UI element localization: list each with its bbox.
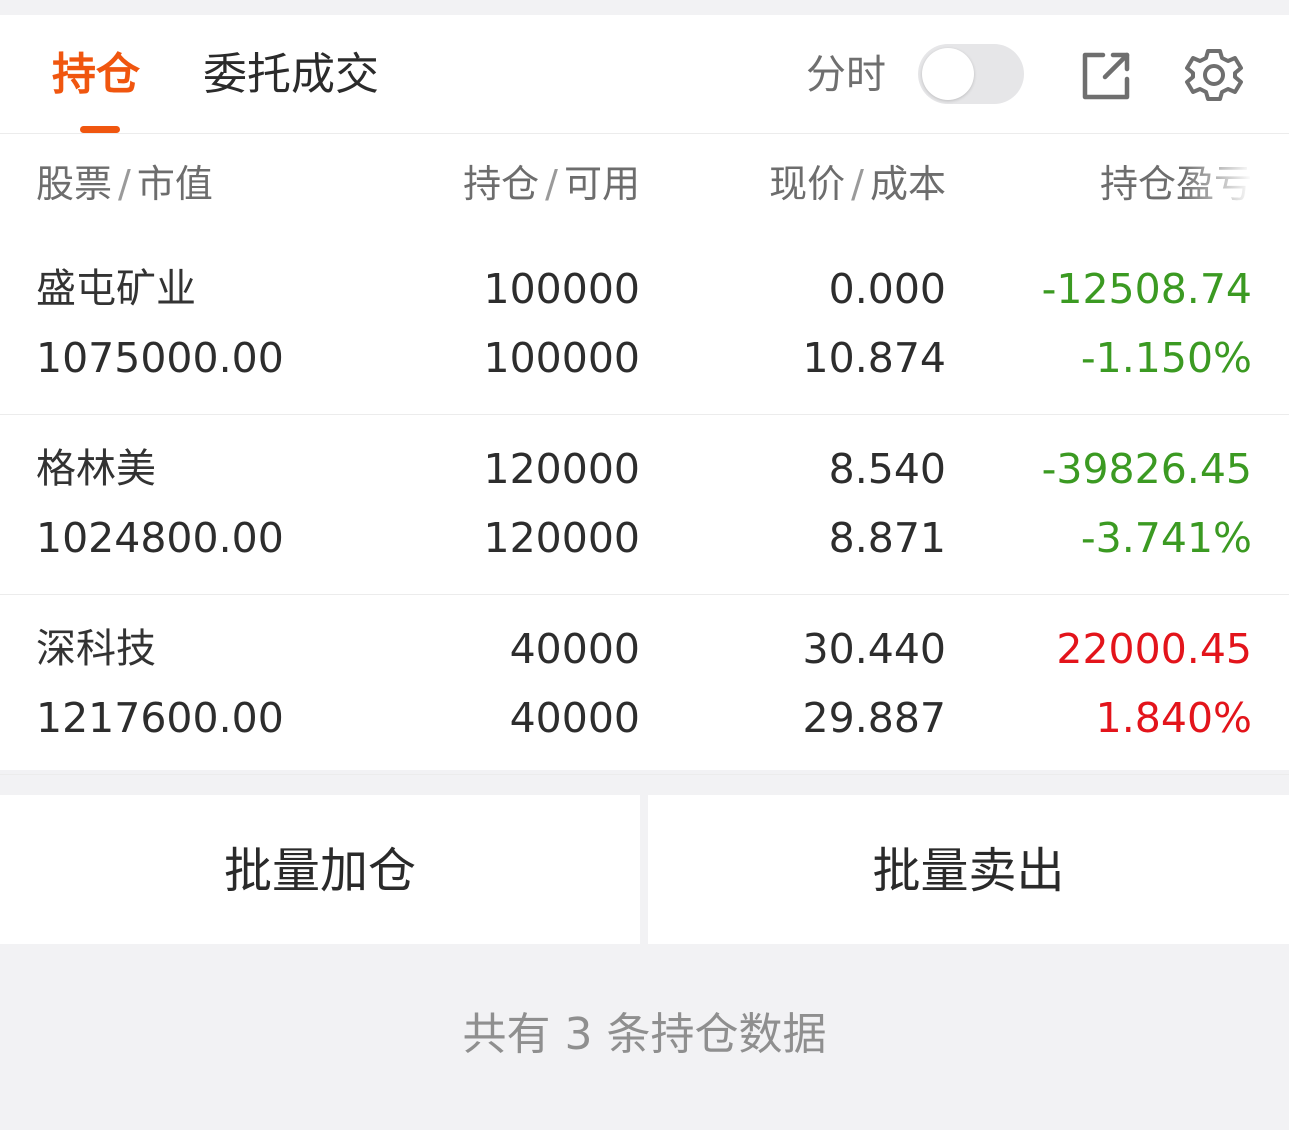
position-pnl: -12508.74 (1041, 265, 1252, 313)
current-price: 30.440 (802, 625, 946, 673)
positions-count-footer: 共有 3 条持仓数据 (462, 1009, 827, 1060)
available-qty: 120000 (483, 514, 640, 562)
timeshare-toggle[interactable] (918, 44, 1024, 104)
column-holding-available: 持仓 / 可用 (463, 162, 640, 206)
cost-price: 8.871 (828, 514, 946, 562)
stock-name: 格林美 (36, 446, 156, 492)
available-qty: 100000 (483, 334, 640, 382)
position-row[interactable]: 盛屯矿业 1075000.00 100000 100000 0.000 10.8… (0, 234, 1289, 415)
cost-price: 10.874 (802, 334, 946, 382)
holdings-list: 股票 / 市值 持仓 / 可用 现价 / 成本 持仓盈亏 盛屯矿业 1075000.00 1… (0, 134, 1289, 775)
holding-qty: 40000 (509, 625, 640, 673)
column-stock-market-value: 股票 / 市值 (36, 162, 213, 206)
top-bar: 持仓 委托成交 分时 (0, 15, 1289, 134)
holding-qty: 100000 (483, 265, 640, 313)
header-fade (1182, 154, 1252, 214)
stock-name: 盛屯矿业 (36, 266, 196, 312)
batch-sell-button[interactable]: 批量卖出 (648, 795, 1289, 944)
active-tab-indicator (80, 126, 120, 133)
batch-add-button[interactable]: 批量加仓 (0, 795, 640, 944)
position-row[interactable]: 深科技 1217600.00 40000 40000 30.440 29.887… (0, 594, 1289, 775)
batch-actions: 批量加仓 批量卖出 (0, 795, 1289, 944)
available-qty: 40000 (509, 694, 640, 742)
column-header: 股票 / 市值 持仓 / 可用 现价 / 成本 持仓盈亏 (0, 134, 1289, 234)
stock-name: 深科技 (36, 626, 156, 672)
holding-qty: 120000 (483, 445, 640, 493)
market-value: 1217600.00 (36, 694, 284, 742)
position-row[interactable]: 格林美 1024800.00 120000 120000 8.540 8.871… (0, 414, 1289, 595)
market-value: 1075000.00 (36, 334, 284, 382)
cost-price: 29.887 (802, 694, 946, 742)
current-price: 8.540 (828, 445, 946, 493)
position-pnl-pct: 1.840% (1095, 694, 1252, 742)
share-export-icon[interactable] (1077, 45, 1137, 105)
position-pnl: 22000.45 (1056, 625, 1252, 673)
gear-icon[interactable] (1184, 45, 1244, 105)
tab-orders-trades[interactable]: 委托成交 (203, 15, 379, 133)
toggle-knob (922, 48, 974, 100)
timeshare-label: 分时 (806, 52, 886, 98)
position-pnl: -39826.45 (1041, 445, 1252, 493)
position-pnl-pct: -3.741% (1080, 514, 1252, 562)
column-price-cost: 现价 / 成本 (769, 162, 946, 206)
current-price: 0.000 (828, 265, 946, 313)
tab-holdings[interactable]: 持仓 (52, 15, 140, 133)
position-pnl-pct: -1.150% (1080, 334, 1252, 382)
market-value: 1024800.00 (36, 514, 284, 562)
